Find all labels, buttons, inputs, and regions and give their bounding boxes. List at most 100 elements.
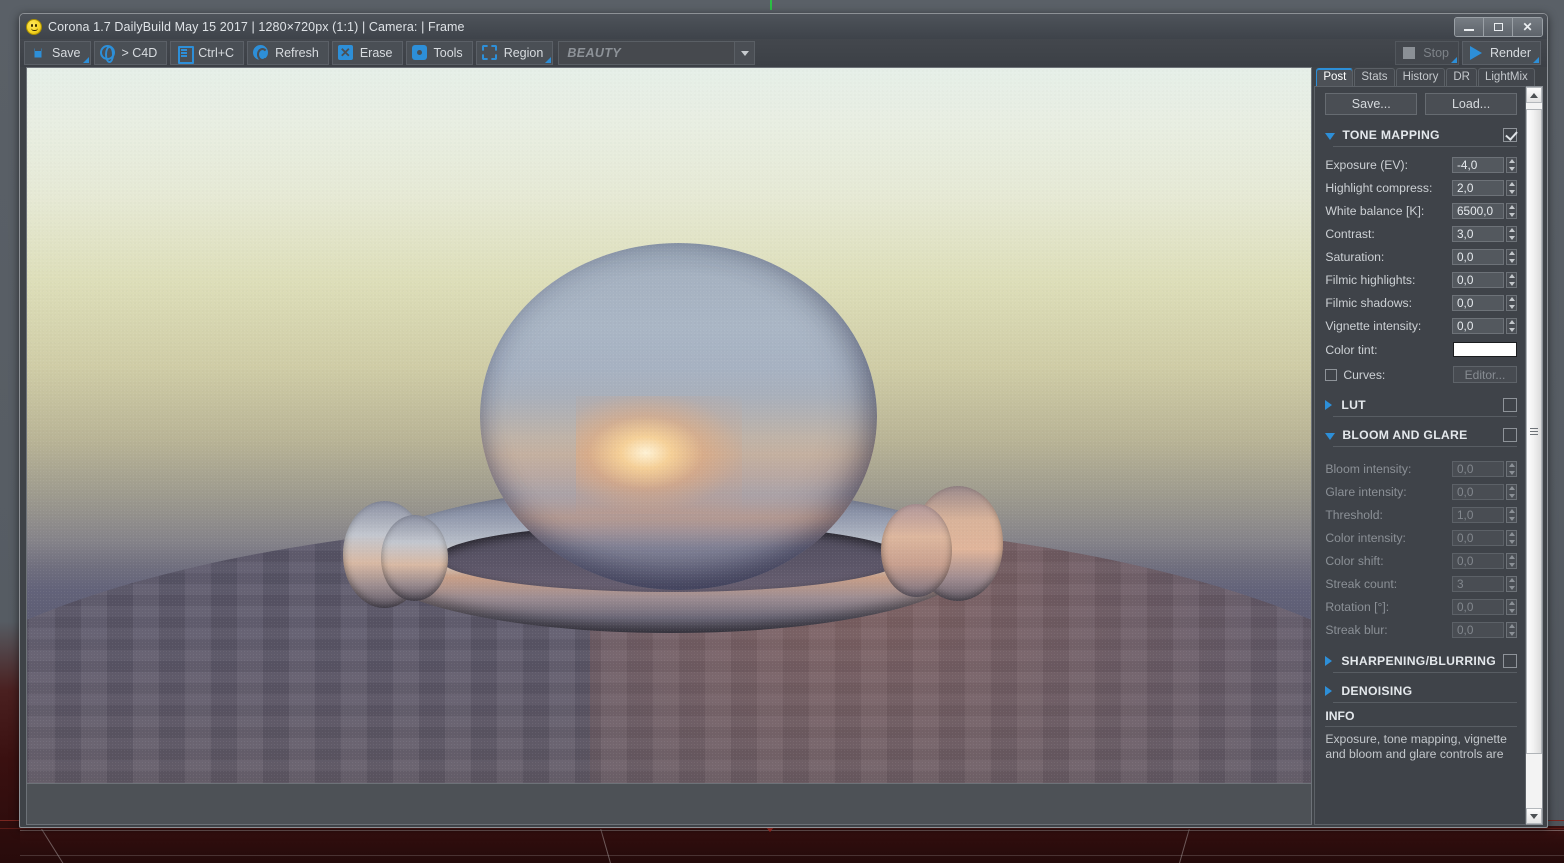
section-bloom-glare-title: BLOOM AND GLARE [1342,428,1468,442]
vignette-intensity-stepper[interactable] [1506,317,1517,334]
section-tone-mapping-header[interactable]: TONE MAPPING [1325,125,1517,145]
curves-checkbox[interactable] [1325,368,1338,381]
saturation-stepper[interactable] [1506,248,1517,265]
send-to-c4d-button[interactable]: > C4D [93,41,168,65]
exposure-input[interactable]: -4,0 [1452,156,1504,173]
copy-button[interactable]: Ctrl+C [170,41,245,65]
erase-icon [337,45,354,61]
section-bloom-glare-header[interactable]: BLOOM AND GLARE [1325,425,1517,445]
maximize-button[interactable] [1484,18,1513,36]
field-filmic-shadows-label: Filmic shadows: [1325,295,1413,310]
color-intensity-input[interactable]: 0,0 [1452,529,1504,546]
rotation-stepper[interactable] [1506,598,1517,615]
contrast-input[interactable]: 3,0 [1452,225,1504,242]
field-color-shift: Color shift: 0,0 [1325,549,1517,572]
streak-blur-input[interactable]: 0,0 [1452,621,1504,638]
render-button[interactable]: Render [1462,41,1541,65]
section-denoising-title: DENOISING [1341,684,1413,698]
field-glare-intensity: Glare intensity: 0,0 [1325,480,1517,503]
minimize-button[interactable] [1455,18,1484,36]
region-button[interactable]: Region [475,41,554,65]
section-bloom-glare-checkbox[interactable] [1503,428,1517,442]
refresh-button-label: Refresh [275,46,319,60]
bloom-intensity-input[interactable]: 0,0 [1452,460,1504,477]
section-sharpening-blurring-checkbox[interactable] [1503,654,1517,668]
threshold-input[interactable]: 1,0 [1452,506,1504,523]
contrast-stepper[interactable] [1506,225,1517,242]
rotation-input[interactable]: 0,0 [1452,598,1504,615]
scroll-up-button[interactable] [1526,87,1542,103]
field-filmic-highlights-label: Filmic highlights: [1325,272,1416,287]
color-shift-stepper[interactable] [1506,552,1517,569]
window-controls: ✕ [1454,17,1543,37]
glare-intensity-stepper[interactable] [1506,483,1517,500]
filmic-shadows-input[interactable]: 0,0 [1452,294,1504,311]
info-heading: INFO [1325,709,1355,723]
load-preset-button[interactable]: Load... [1425,93,1518,115]
play-icon [1468,45,1484,61]
saturation-input[interactable]: 0,0 [1452,248,1504,265]
curves-editor-button[interactable]: Editor... [1453,366,1517,383]
streak-count-input[interactable]: 3 [1452,575,1504,592]
tab-stats[interactable]: Stats [1354,68,1395,86]
divider [1333,446,1517,447]
bloom-intensity-stepper[interactable] [1506,460,1517,477]
color-tint-swatch[interactable] [1453,342,1517,357]
chevron-down-icon[interactable] [734,42,755,64]
highlight-compress-stepper[interactable] [1506,179,1517,196]
tools-button[interactable]: Tools [405,41,473,65]
section-lut-header[interactable]: LUT [1325,395,1517,415]
scrollbar-track[interactable] [1526,103,1542,808]
stop-icon [1401,45,1417,61]
viewport-axis-tick [770,0,772,10]
tab-history[interactable]: History [1395,68,1446,86]
glare-intensity-input[interactable]: 0,0 [1452,483,1504,500]
tab-lightmix[interactable]: LightMix [1477,68,1535,86]
smiley-icon [26,18,42,35]
grip-icon [1530,428,1538,435]
torus-left-coil-inner [381,514,449,601]
tab-post[interactable]: Post [1316,68,1354,86]
tab-dr[interactable]: DR [1446,68,1477,86]
render-viewport[interactable] [26,67,1313,825]
save-button[interactable]: Save [24,41,91,65]
white-balance-input[interactable]: 6500,0 [1452,202,1504,219]
render-button-label: Render [1490,46,1531,60]
section-sharpening-blurring-header[interactable]: SHARPENING/BLURRING [1325,651,1517,671]
erase-button-label: Erase [359,46,393,60]
erase-button[interactable]: Erase [331,41,403,65]
scrollbar-thumb[interactable] [1526,109,1542,754]
refresh-button[interactable]: Refresh [247,41,329,65]
filmic-shadows-stepper[interactable] [1506,294,1517,311]
maximize-icon [1493,23,1503,31]
vignette-intensity-input[interactable]: 0,0 [1452,317,1504,334]
stop-button[interactable]: Stop [1395,41,1459,65]
section-denoising-header[interactable]: DENOISING [1325,681,1517,701]
render-pass-selector[interactable]: BEAUTY [558,41,756,65]
color-intensity-stepper[interactable] [1506,529,1517,546]
color-shift-input[interactable]: 0,0 [1452,552,1504,569]
threshold-stepper[interactable] [1506,506,1517,523]
window-titlebar[interactable]: Corona 1.7 DailyBuild May 15 2017 | 1280… [20,14,1547,39]
chrome-sphere [480,243,878,590]
filmic-highlights-stepper[interactable] [1506,271,1517,288]
section-lut-checkbox[interactable] [1503,398,1517,412]
streak-blur-stepper[interactable] [1506,621,1517,638]
close-button[interactable]: ✕ [1513,18,1542,36]
streak-count-stepper[interactable] [1506,575,1517,592]
viewport-left-strip [0,0,20,863]
exposure-stepper[interactable] [1506,156,1517,173]
close-icon: ✕ [1522,20,1533,34]
scroll-down-button[interactable] [1526,808,1542,824]
chevron-up-icon [1530,92,1538,98]
section-tone-mapping-checkbox[interactable] [1503,128,1517,142]
post-panel: Post Stats History DR LightMix Save... L… [1314,67,1543,825]
chevron-right-icon [1325,656,1334,666]
white-balance-stepper[interactable] [1506,202,1517,219]
panel-scrollbar[interactable] [1526,86,1543,825]
field-streak-count: Streak count: 3 [1325,572,1517,595]
filmic-highlights-input[interactable]: 0,0 [1452,271,1504,288]
field-streak-blur-label: Streak blur: [1325,622,1388,637]
highlight-compress-input[interactable]: 2,0 [1452,179,1504,196]
save-preset-button[interactable]: Save... [1325,93,1418,115]
